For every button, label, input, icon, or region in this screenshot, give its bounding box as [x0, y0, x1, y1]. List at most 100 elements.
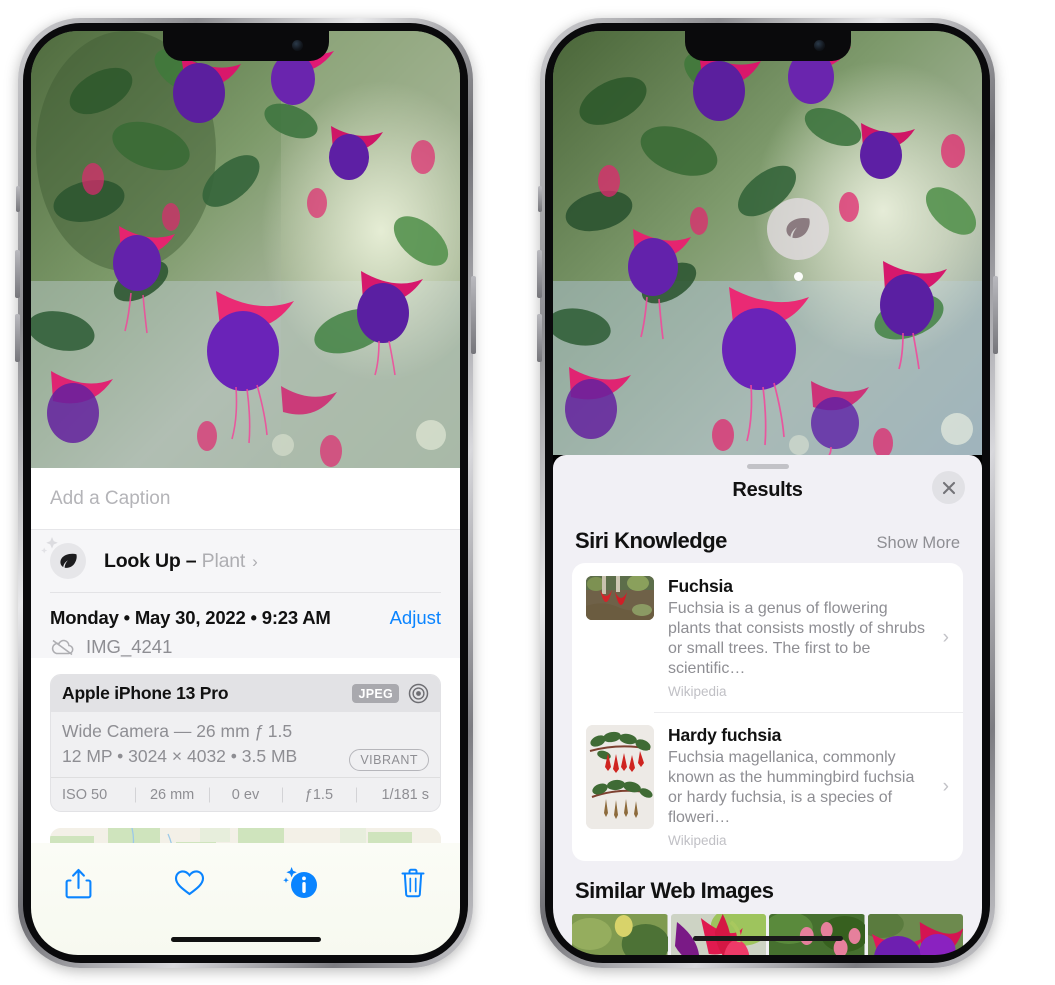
siri-knowledge-list: Fuchsia Fuchsia is a genus of flowering … [572, 563, 963, 861]
favorite-button[interactable] [170, 863, 210, 903]
result-title: Hardy fuchsia [668, 725, 782, 745]
result-title: Fuchsia [668, 576, 733, 596]
photo-viewer[interactable] [553, 31, 982, 455]
thumbnail-fuchsia-image [586, 576, 654, 620]
home-indicator[interactable] [692, 936, 843, 941]
volume-up-button[interactable] [537, 250, 542, 298]
exif-row: ISO 50 26 mm 0 ev ƒ1.5 1/181 s [51, 777, 440, 811]
info-sparkle-icon [283, 867, 318, 898]
leaf-icon [786, 217, 810, 239]
exif-exposure: 0 ev [209, 787, 282, 803]
chevron-right-icon: › [252, 551, 258, 571]
visual-look-up-badge[interactable] [767, 198, 829, 260]
iphone-device-left: Add a Caption Look Up – Plant › Monday •… [15, 18, 476, 968]
photo-info-sheet: Add a Caption Look Up – Plant › Monday •… [31, 468, 460, 955]
share-button[interactable] [58, 863, 98, 903]
similar-image-thumb[interactable] [572, 914, 668, 955]
camera-info-card: Apple iPhone 13 Pro JPEG Wide Camera — 2… [50, 674, 441, 812]
result-thumbnail [586, 576, 654, 620]
list-item[interactable]: Hardy fuchsia Fuchsia magellanica, commo… [572, 712, 963, 861]
photo-date: Monday • May 30, 2022 • 9:23 AM [50, 607, 331, 628]
show-more-button[interactable]: Show More [877, 534, 960, 553]
screenshot-stage: Add a Caption Look Up – Plant › Monday •… [0, 0, 1055, 985]
chevron-right-icon: › [942, 775, 949, 797]
similar-image-2 [670, 914, 766, 955]
chevron-right-icon: › [942, 626, 949, 648]
screen-left: Add a Caption Look Up – Plant › Monday •… [31, 31, 460, 955]
notch [162, 31, 329, 61]
camera-card-badges: JPEG [352, 683, 429, 704]
front-camera-icon [813, 40, 825, 51]
adjust-button[interactable]: Adjust [390, 607, 441, 629]
home-indicator[interactable] [170, 937, 321, 942]
look-up-subject: Plant [201, 549, 246, 572]
photo-filename: IMG_4241 [86, 636, 173, 657]
date-row: Monday • May 30, 2022 • 9:23 AM Adjust [50, 607, 441, 629]
result-text: Fuchsia Fuchsia is a genus of flowering … [668, 576, 949, 699]
results-sheet: Results Siri Knowledge Show More Fuchsia… [553, 455, 982, 955]
power-button[interactable] [471, 276, 476, 354]
photographic-style-badge: VIBRANT [349, 749, 429, 771]
result-text: Hardy fuchsia Fuchsia magellanica, commo… [668, 725, 949, 848]
iphone-device-right: Results Siri Knowledge Show More Fuchsia… [537, 18, 998, 968]
siri-knowledge-title: Siri Knowledge [575, 528, 727, 553]
screen-right: Results Siri Knowledge Show More Fuchsia… [553, 31, 982, 955]
results-header: Results [553, 469, 982, 511]
photo-metadata: Monday • May 30, 2022 • 9:23 AM Adjust I… [31, 593, 460, 658]
result-description: Fuchsia is a genus of flowering plants t… [668, 600, 925, 677]
camera-aperture-icon [408, 683, 429, 704]
similar-image-thumb[interactable] [769, 914, 865, 955]
volume-down-button[interactable] [15, 314, 20, 362]
share-icon [65, 868, 91, 898]
close-button[interactable] [932, 471, 965, 504]
mute-switch[interactable] [16, 186, 20, 212]
trash-icon [401, 868, 425, 898]
lookup-section: Look Up – Plant › [31, 530, 460, 593]
similar-web-images-title: Similar Web Images [575, 878, 774, 903]
look-up-label: Look Up – Plant › [104, 550, 258, 573]
siri-knowledge-header: Siri Knowledge Show More [553, 511, 982, 563]
similar-image-3 [769, 914, 865, 955]
power-button[interactable] [993, 276, 998, 354]
thumbnail-hardy-fuchsia-image [586, 725, 654, 829]
similar-image-1 [572, 914, 668, 955]
exif-focal-length: 26 mm [135, 787, 208, 803]
result-thumbnail [586, 725, 654, 829]
heart-icon [175, 870, 205, 896]
photo-fuchsia-flowers [553, 31, 982, 455]
filename-row: IMG_4241 [50, 636, 441, 658]
volume-up-button[interactable] [15, 250, 20, 298]
front-camera-icon [291, 40, 303, 51]
similar-web-images-row [553, 914, 982, 955]
caption-input[interactable]: Add a Caption [31, 468, 460, 530]
close-icon [942, 481, 955, 494]
format-badge: JPEG [352, 684, 399, 703]
exif-aperture: ƒ1.5 [282, 787, 355, 803]
sparkle-icon [41, 537, 58, 554]
exif-iso: ISO 50 [62, 786, 108, 803]
photo-fuchsia-flowers [31, 31, 460, 468]
info-button[interactable] [281, 863, 321, 903]
photo-viewer[interactable] [31, 31, 460, 468]
mute-switch[interactable] [538, 186, 542, 212]
similar-image-thumb[interactable] [867, 914, 963, 955]
notch [684, 31, 851, 61]
similar-web-images-header: Similar Web Images [553, 861, 982, 910]
list-item[interactable]: Fuchsia Fuchsia is a genus of flowering … [572, 563, 963, 712]
result-source: Wikipedia [668, 833, 727, 848]
look-up-text: Look Up – [104, 549, 202, 572]
delete-button[interactable] [393, 863, 433, 903]
result-description: Fuchsia magellanica, commonly known as t… [668, 749, 915, 826]
camera-device-name: Apple iPhone 13 Pro [62, 683, 229, 703]
lens-info: Wide Camera — 26 mm ƒ 1.5 [62, 721, 293, 741]
exif-shutter-speed: 1/181 s [356, 787, 429, 803]
volume-down-button[interactable] [537, 314, 542, 362]
results-title: Results [732, 478, 803, 501]
similar-image-4 [867, 914, 963, 955]
visual-look-up-anchor-dot [794, 272, 803, 281]
similar-image-thumb[interactable] [670, 914, 766, 955]
camera-card-header: Apple iPhone 13 Pro JPEG [51, 675, 440, 712]
result-source: Wikipedia [668, 684, 727, 699]
icloud-slash-icon [51, 639, 74, 656]
look-up-row[interactable]: Look Up – Plant › [41, 530, 441, 592]
